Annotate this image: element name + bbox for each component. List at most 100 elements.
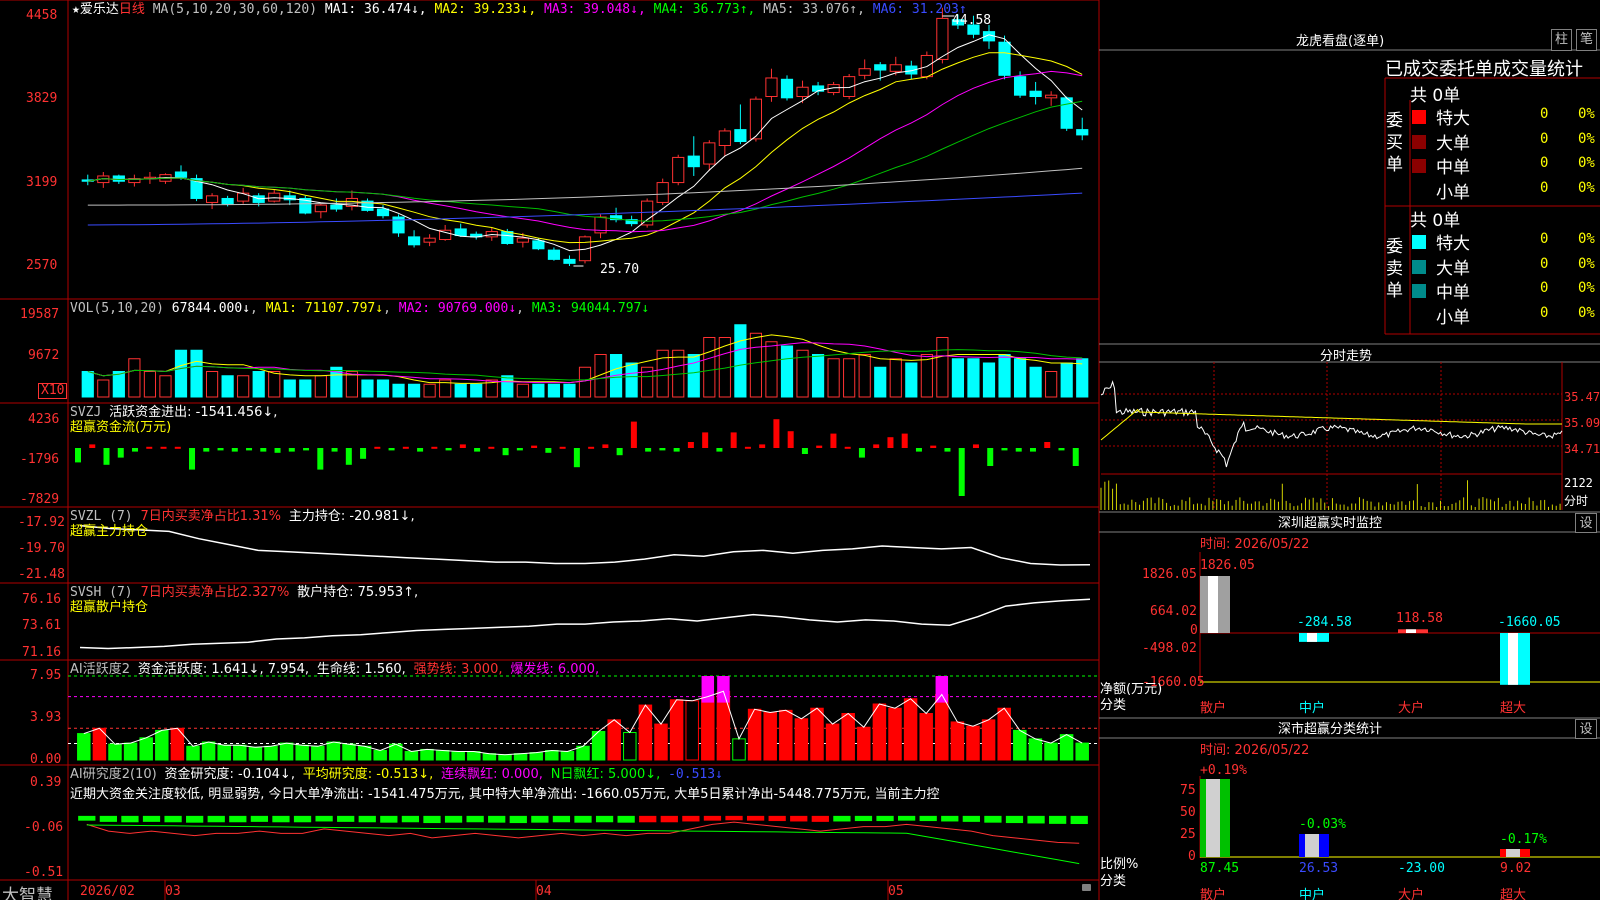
sz-value-label: -1660.05 [1498,615,1561,630]
volume-bar [889,358,902,398]
activity-bar [498,754,512,761]
stock-name[interactable]: 爱乐达 [80,2,119,17]
fund-flow-bar [1015,448,1022,452]
sz-category-label: 散户 [1200,701,1227,716]
activity-bar [794,718,809,761]
research-bar [725,815,743,821]
fund-flow-bar [445,448,452,451]
activity-bar [123,742,138,761]
activity-bar [997,707,1011,761]
fund-flow-bar [531,445,538,448]
candle-body [703,142,716,165]
fund-flow-bar [160,446,167,449]
candle-body [656,182,669,203]
fund-flow-bar [474,448,481,452]
volume-bar [905,362,918,398]
candle-body [1013,76,1027,96]
fund-flow-bar [773,419,780,448]
vol-unit: X10 [38,383,68,399]
volume-bar [858,354,871,398]
svsh-value: 散户持仓: 75.953↑, [297,585,419,600]
volume-bar [1045,371,1058,398]
volume-bar [174,349,188,398]
lock-icon[interactable] [1082,884,1091,891]
buy-row-count: 0 [1540,106,1549,122]
sell-total: 共 0单 [1410,211,1461,231]
research-bar [746,815,765,821]
period-label[interactable]: 日线 [119,2,145,17]
research-bar [768,815,786,822]
ai-active-axis-low: 0.00 [30,752,62,767]
minute-title: 分时走势 [1320,349,1373,364]
research-bar [941,815,959,822]
sz-axis-1: 1826.05 [1142,567,1197,582]
cls-bar-highlight [1506,849,1520,857]
activity-bar [981,719,996,761]
volume-bar [128,358,141,398]
volume-bar [578,366,592,398]
activity-bar [451,751,465,761]
fund-flow-bar [317,448,324,470]
stock-chart-canvas[interactable] [0,0,1600,900]
volume-bar [97,379,110,398]
cls-category-label: 散户 [1200,888,1227,900]
volume-bar [1013,358,1027,398]
fund-flow-bar [75,448,81,463]
volume-bar [268,371,281,398]
research-bar [315,815,333,822]
activity-bar [1075,742,1089,761]
fund-flow-bar [616,448,623,456]
research-bar [531,815,549,823]
volume-bar [982,362,996,398]
sz-value-label: 118.58 [1396,611,1443,626]
brand-label: 大智慧 [2,886,53,900]
tick-mode-button[interactable]: 笔 [1576,29,1597,51]
sell-row-label: 小单 [1436,307,1470,328]
candle-body [889,64,902,72]
fund-flow-bar [345,448,352,465]
fund-flow-bar [132,448,139,452]
volume-bar [361,379,374,398]
svzj-axis-high: 4236 [28,412,60,427]
svzj-axis-mid: -1796 [20,452,60,467]
buy-row-pct: 0% [1578,130,1595,147]
fund-flow-bar [516,448,523,451]
sz-settings-button[interactable]: 设 [1575,513,1597,533]
svsh-axis-high: 76.16 [22,592,62,607]
research-bar [660,815,678,823]
bar-mode-button[interactable]: 柱 [1551,29,1572,51]
cls-bar-2 [1299,834,1329,857]
fund-flow-bar [360,448,367,459]
activity-bar [560,751,575,761]
cls-bar-1 [1200,779,1230,857]
fund-flow-bar [930,445,937,448]
fund-flow-bar [958,448,965,496]
volume-bar [501,375,514,398]
sell-row-pct: 0% [1578,304,1595,321]
buy-row-label: 中单 [1436,158,1470,178]
candle-body [796,86,809,98]
buy-row-pct: 0% [1578,179,1595,196]
volume-bar [205,371,219,398]
cls-settings-button[interactable]: 设 [1575,719,1597,739]
research-bar [186,815,204,823]
research-bar [78,815,96,821]
volume-bar [703,337,716,398]
activity-bar [841,713,855,761]
volume-bar [314,375,327,398]
sz-axis-4: -498.02 [1142,641,1197,656]
activity-bar [404,751,419,761]
candle-body [221,197,234,205]
retail-position-line [79,598,1091,650]
fund-flow-bar [858,448,865,458]
fund-flow-bar [1072,448,1079,466]
research-bar [1070,815,1088,825]
cls-change-label: -0.03% [1299,817,1346,832]
cls-bar-4 [1500,849,1530,857]
ai-research-comment: 近期大资金关注度较低, 明显弱势, 今日大单净流出: -1541.475万元, … [70,787,940,802]
activity-bar [919,713,933,761]
sell-row-pct: 0% [1578,231,1595,247]
activity-bars [77,676,1089,761]
volume-bar [516,383,529,398]
cls-axis-50: 50 [1180,805,1196,820]
